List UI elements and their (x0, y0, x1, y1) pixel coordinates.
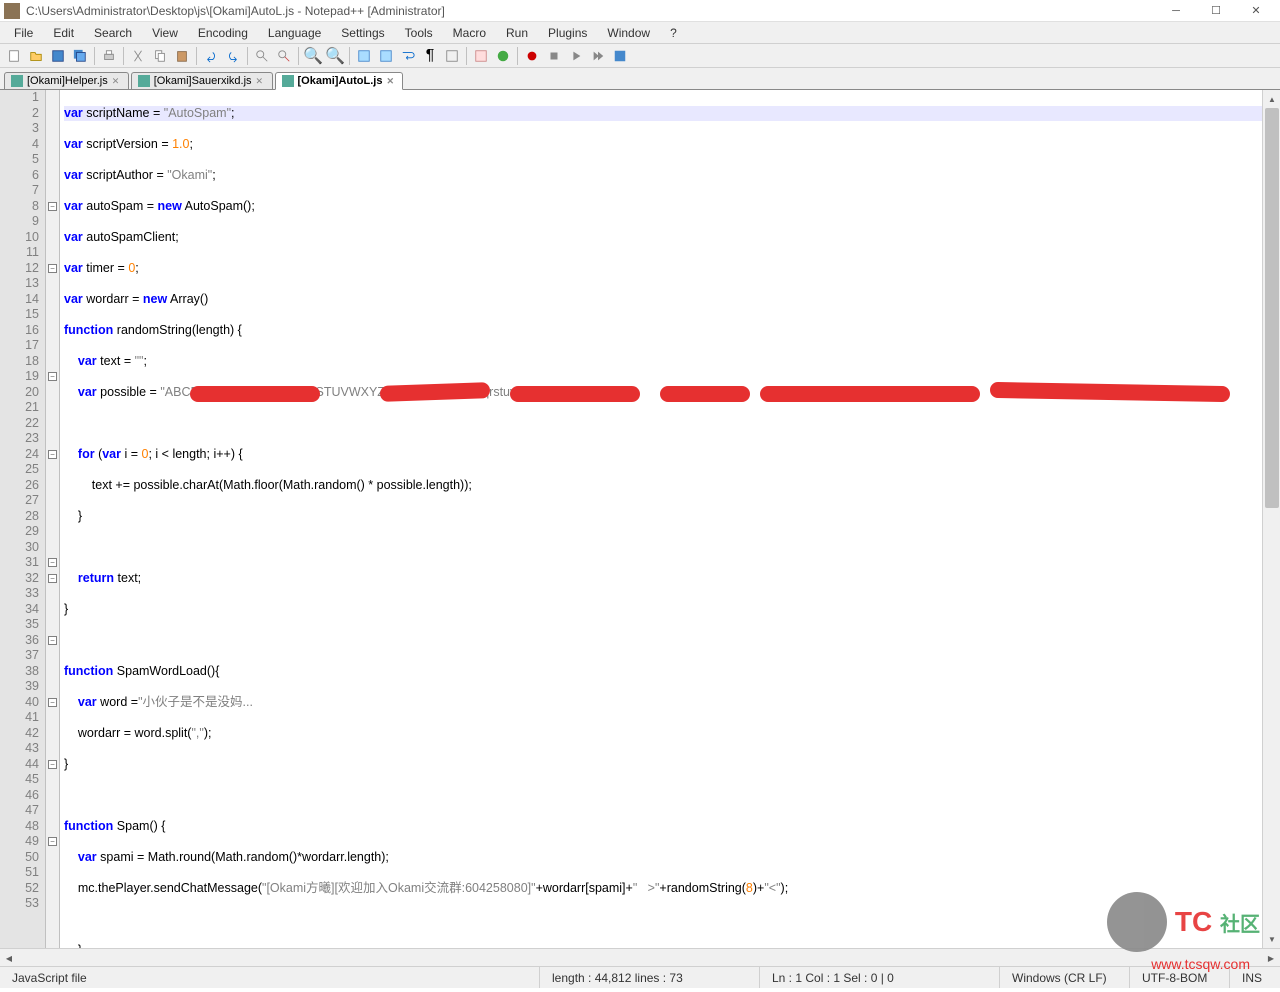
menu-language[interactable]: Language (258, 24, 331, 42)
editor[interactable]: 1234567891011121314151617181920212223242… (0, 90, 1280, 948)
play-icon[interactable] (566, 46, 586, 66)
save-macro-icon[interactable] (610, 46, 630, 66)
indent-guide-icon[interactable] (442, 46, 462, 66)
minimize-button[interactable]: ─ (1156, 1, 1196, 21)
sync-h-icon[interactable] (376, 46, 396, 66)
redaction-mark (660, 386, 750, 402)
watermark-logo-icon (1107, 892, 1167, 952)
lang-icon[interactable] (471, 46, 491, 66)
close-button[interactable]: ✕ (1236, 1, 1276, 21)
menu-search[interactable]: Search (84, 24, 142, 42)
tab-label: [Okami]Sauerxikd.js (154, 75, 252, 87)
vertical-scrollbar[interactable]: ▲ ▼ (1262, 90, 1280, 948)
file-icon (138, 75, 150, 87)
tab-label: [Okami]AutoL.js (298, 75, 383, 87)
menu-view[interactable]: View (142, 24, 188, 42)
redo-icon[interactable] (223, 46, 243, 66)
find-icon[interactable] (252, 46, 272, 66)
zoom-out-icon[interactable]: 🔍 (325, 46, 345, 66)
scroll-right-icon[interactable]: ▶ (1262, 949, 1280, 967)
copy-icon[interactable] (150, 46, 170, 66)
undo-icon[interactable] (201, 46, 221, 66)
sync-v-icon[interactable] (354, 46, 374, 66)
menu-help[interactable]: ? (660, 24, 687, 42)
tab-label: [Okami]Helper.js (27, 75, 108, 87)
menu-edit[interactable]: Edit (43, 24, 84, 42)
menu-plugins[interactable]: Plugins (538, 24, 597, 42)
menu-settings[interactable]: Settings (331, 24, 394, 42)
tab-close-icon[interactable]: ✕ (256, 76, 266, 86)
horizontal-scrollbar[interactable]: ◀ ▶ (0, 948, 1280, 966)
maximize-button[interactable]: ☐ (1196, 1, 1236, 21)
file-icon (282, 75, 294, 87)
redaction-mark (760, 386, 980, 402)
status-filetype: JavaScript file (0, 967, 540, 988)
watermark: TC 社区 (1107, 892, 1260, 952)
status-length: length : 44,812 lines : 73 (540, 967, 760, 988)
redaction-mark (990, 382, 1230, 402)
status-position: Ln : 1 Col : 1 Sel : 0 | 0 (760, 967, 1000, 988)
record-icon[interactable] (522, 46, 542, 66)
menu-encoding[interactable]: Encoding (188, 24, 258, 42)
tab-close-icon[interactable]: ✕ (112, 76, 122, 86)
save-all-icon[interactable] (70, 46, 90, 66)
statusbar: JavaScript file length : 44,812 lines : … (0, 966, 1280, 988)
fold-column[interactable]: −−−−−−−−−− (46, 90, 60, 948)
menu-window[interactable]: Window (597, 24, 660, 42)
menu-macro[interactable]: Macro (443, 24, 496, 42)
menu-tools[interactable]: Tools (395, 24, 443, 42)
tab-helper[interactable]: [Okami]Helper.js ✕ (4, 72, 129, 89)
watermark-url: www.tcsqw.com (1151, 956, 1250, 972)
tabbar: [Okami]Helper.js ✕ [Okami]Sauerxikd.js ✕… (0, 68, 1280, 90)
code-area[interactable]: var scriptName = "AutoSpam"; var scriptV… (60, 90, 1262, 948)
menu-file[interactable]: File (4, 24, 43, 42)
zoom-in-icon[interactable]: 🔍 (303, 46, 323, 66)
scroll-down-icon[interactable]: ▼ (1263, 930, 1280, 948)
play-multi-icon[interactable] (588, 46, 608, 66)
redaction-mark (190, 386, 320, 402)
app-icon (4, 3, 20, 19)
menubar: File Edit Search View Encoding Language … (0, 22, 1280, 44)
doc-map-icon[interactable] (493, 46, 513, 66)
menu-run[interactable]: Run (496, 24, 538, 42)
scroll-thumb[interactable] (1265, 108, 1279, 508)
toolbar: 🔍 🔍 ¶ (0, 44, 1280, 68)
redaction-mark (510, 386, 640, 402)
tab-sauerxikd[interactable]: [Okami]Sauerxikd.js ✕ (131, 72, 273, 89)
tab-close-icon[interactable]: ✕ (386, 76, 396, 86)
window-title: C:\Users\Administrator\Desktop\js\[Okami… (26, 4, 1156, 18)
open-file-icon[interactable] (26, 46, 46, 66)
tab-autol[interactable]: [Okami]AutoL.js ✕ (275, 72, 404, 90)
new-file-icon[interactable] (4, 46, 24, 66)
line-gutter: 1234567891011121314151617181920212223242… (0, 90, 46, 948)
cut-icon[interactable] (128, 46, 148, 66)
hidden-chars-icon[interactable]: ¶ (420, 46, 440, 66)
file-icon (11, 75, 23, 87)
save-icon[interactable] (48, 46, 68, 66)
scroll-left-icon[interactable]: ◀ (0, 949, 18, 967)
stop-icon[interactable] (544, 46, 564, 66)
print-icon[interactable] (99, 46, 119, 66)
status-eol[interactable]: Windows (CR LF) (1000, 967, 1130, 988)
paste-icon[interactable] (172, 46, 192, 66)
replace-icon[interactable] (274, 46, 294, 66)
titlebar: C:\Users\Administrator\Desktop\js\[Okami… (0, 0, 1280, 22)
scroll-up-icon[interactable]: ▲ (1263, 90, 1280, 108)
wrap-icon[interactable] (398, 46, 418, 66)
